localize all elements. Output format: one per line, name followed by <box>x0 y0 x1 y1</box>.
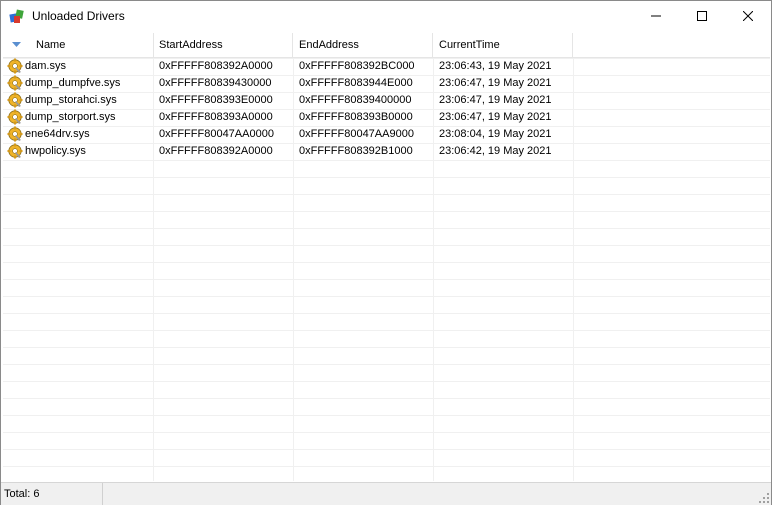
app-icon <box>9 9 24 23</box>
unloaded-drivers-window: Unloaded Drivers Name StartAddress EndAd… <box>0 0 772 505</box>
cell-end-address: 0xFFFFF80047AA9000 <box>299 128 414 140</box>
cell-start-address: 0xFFFFF808392A0000 <box>159 60 273 72</box>
grid-line <box>3 330 770 331</box>
minimize-button[interactable] <box>633 1 679 31</box>
grid-line <box>3 177 770 178</box>
cell-name: dam.sys <box>25 60 66 72</box>
grid-line <box>3 262 770 263</box>
column-header-startaddress[interactable]: StartAddress <box>153 33 293 57</box>
cell-name: hwpolicy.sys <box>25 145 86 157</box>
cell-current-time: 23:06:47, 19 May 2021 <box>439 111 552 123</box>
driver-gear-icon <box>7 75 23 91</box>
table-row[interactable]: hwpolicy.sys 0xFFFFF808392A0000 0xFFFFF808… <box>3 143 770 160</box>
grid-line <box>3 398 770 399</box>
driver-gear-icon <box>7 143 23 159</box>
cell-current-time: 23:06:42, 19 May 2021 <box>439 145 552 157</box>
window-title: Unloaded Drivers <box>32 9 125 23</box>
grid-line <box>3 245 770 246</box>
close-icon <box>743 11 753 21</box>
cell-start-address: 0xFFFFF808392A0000 <box>159 145 273 157</box>
grid-line <box>3 279 770 280</box>
drivers-list[interactable]: Name StartAddress EndAddress CurrentTime… <box>3 33 770 481</box>
cell-current-time: 23:06:47, 19 May 2021 <box>439 77 552 89</box>
table-row[interactable]: dump_storahci.sys 0xFFFFF808393E0000 0xFFF… <box>3 92 770 109</box>
column-header-label: CurrentTime <box>439 39 500 51</box>
driver-gear-icon <box>7 58 23 74</box>
list-header: Name StartAddress EndAddress CurrentTime <box>3 33 770 58</box>
maximize-button[interactable] <box>679 1 725 31</box>
cell-name: ene64drv.sys <box>25 128 90 140</box>
table-row[interactable]: dump_storport.sys 0xFFFFF808393A0000 0xFFF… <box>3 109 770 126</box>
column-header-label: EndAddress <box>299 39 359 51</box>
cell-end-address: 0xFFFFF808392B1000 <box>299 145 413 157</box>
cell-end-address: 0xFFFFF808392BC000 <box>299 60 415 72</box>
grid-line <box>3 432 770 433</box>
grid-line <box>3 466 770 467</box>
table-row[interactable]: dam.sys 0xFFFFF808392A0000 0xFFFFF808392BC… <box>3 58 770 75</box>
cell-name: dump_storahci.sys <box>25 94 117 106</box>
grid-line <box>3 364 770 365</box>
cell-start-address: 0xFFFFF808393E0000 <box>159 94 273 106</box>
column-header-currenttime[interactable]: CurrentTime <box>433 33 573 57</box>
sort-arrow-icon <box>12 42 21 47</box>
driver-gear-icon <box>7 109 23 125</box>
column-header-label: StartAddress <box>159 39 223 51</box>
cell-end-address: 0xFFFFF80839400000 <box>299 94 412 106</box>
cell-start-address: 0xFFFFF80047AA0000 <box>159 128 274 140</box>
cell-end-address: 0xFFFFF808393B0000 <box>299 111 413 123</box>
status-total: Total: 6 <box>1 483 103 505</box>
cell-name: dump_storport.sys <box>25 111 116 123</box>
grid-line <box>3 381 770 382</box>
grid-line <box>3 449 770 450</box>
driver-gear-icon <box>7 126 23 142</box>
grid-line <box>3 211 770 212</box>
grid-line <box>3 347 770 348</box>
grid-line <box>3 296 770 297</box>
minimize-icon <box>651 15 661 17</box>
grid-line <box>3 313 770 314</box>
cell-name: dump_dumpfve.sys <box>25 77 121 89</box>
status-bar: Total: 6 <box>1 482 771 505</box>
table-row[interactable]: dump_dumpfve.sys 0xFFFFF80839430000 0xFFFF… <box>3 75 770 92</box>
grid-line <box>3 194 770 195</box>
resize-grip-icon[interactable] <box>759 493 769 503</box>
grid-line <box>3 228 770 229</box>
cell-current-time: 23:06:43, 19 May 2021 <box>439 60 552 72</box>
cell-start-address: 0xFFFFF80839430000 <box>159 77 272 89</box>
cell-start-address: 0xFFFFF808393A0000 <box>159 111 273 123</box>
driver-gear-icon <box>7 92 23 108</box>
cell-end-address: 0xFFFFF8083944E000 <box>299 77 413 89</box>
grid-line <box>3 160 770 161</box>
cell-current-time: 23:06:47, 19 May 2021 <box>439 94 552 106</box>
cell-current-time: 23:08:04, 19 May 2021 <box>439 128 552 140</box>
column-header-endaddress[interactable]: EndAddress <box>293 33 433 57</box>
title-bar[interactable]: Unloaded Drivers <box>1 1 771 31</box>
close-button[interactable] <box>725 1 771 31</box>
column-header-label: Name <box>36 39 66 51</box>
column-header-name[interactable]: Name <box>3 33 154 57</box>
grid-line <box>3 415 770 416</box>
maximize-icon <box>697 11 707 21</box>
table-row[interactable]: ene64drv.sys 0xFFFFF80047AA0000 0xFFFFF800… <box>3 126 770 143</box>
